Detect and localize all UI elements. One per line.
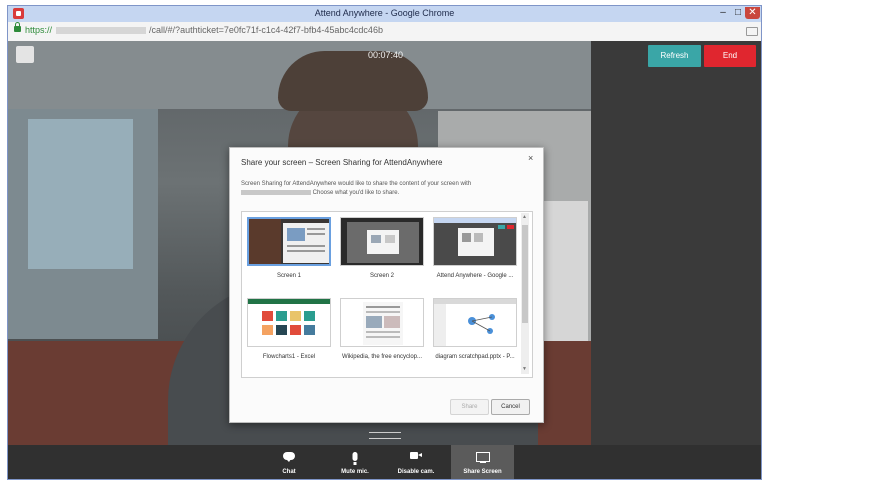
mute-mic-label: Mute mic. <box>341 469 369 475</box>
maximize-button[interactable]: □ <box>731 7 745 19</box>
redacted-host <box>241 189 311 195</box>
monitor-icon <box>475 452 490 463</box>
source-thumbnail <box>247 217 331 266</box>
disable-camera-label: Disable cam. <box>397 469 435 475</box>
chat-button[interactable]: Chat <box>271 445 307 479</box>
attend-anywhere-preview <box>434 218 516 265</box>
disable-camera-button[interactable]: Disable cam. <box>396 445 436 479</box>
screen-1-preview <box>249 219 329 264</box>
share-screen-label: Share Screen <box>463 469 502 475</box>
chat-label: Chat <box>282 469 296 475</box>
scroll-up-arrow-icon[interactable]: ▲ <box>522 214 527 220</box>
cancel-button[interactable]: Cancel <box>491 399 530 415</box>
dialog-close-button[interactable]: × <box>528 153 533 163</box>
refresh-button[interactable]: Refresh <box>648 45 701 67</box>
source-label: Screen 1 <box>276 273 301 279</box>
source-thumbnail <box>433 217 517 266</box>
microphone-icon <box>352 452 358 465</box>
wikipedia-preview <box>341 299 423 346</box>
call-toolbar <box>8 445 761 479</box>
self-view-thumbnail[interactable] <box>16 46 34 63</box>
dialog-description-text: Screen Sharing for AttendAnywhere would … <box>241 181 472 187</box>
camera-icon <box>410 452 422 459</box>
lock-icon <box>14 22 21 32</box>
call-content: 00:07:40 Refresh End Chat Mute mic. Disa… <box>8 41 761 479</box>
share-screen-button[interactable]: Share Screen <box>451 445 514 479</box>
end-call-button[interactable]: End <box>704 45 756 67</box>
source-label: Attend Anywhere - Google ... <box>436 273 514 279</box>
close-window-button[interactable]: ✕ <box>745 7 760 19</box>
powerpoint-preview <box>434 299 516 346</box>
scrollbar-thumb[interactable] <box>522 225 528 323</box>
url-scheme: https:// <box>25 25 53 35</box>
video-person-hair <box>278 51 428 111</box>
video-door <box>538 201 588 351</box>
url-text[interactable]: https:// /call/#/?authticket=7e0fc71f-c1… <box>25 25 383 35</box>
title-bar: Attend Anywhere - Google Chrome – □ ✕ <box>8 6 761 22</box>
address-bar[interactable]: https:// /call/#/?authticket=7e0fc71f-c1… <box>8 22 761 42</box>
chat-icon <box>283 452 295 462</box>
url-path: /call/#/?authticket=7e0fc71f-c1c4-42f7-b… <box>149 25 383 35</box>
side-panel <box>591 41 761 445</box>
source-grid-scrollbar[interactable]: ▲ ▼ <box>521 213 529 374</box>
page-icon[interactable] <box>746 27 758 36</box>
url-host-redacted <box>55 27 146 35</box>
source-thumbnail <box>247 298 331 347</box>
source-label: Wikipedia, the free encyclop... <box>341 354 423 360</box>
video-glass-partition <box>28 119 133 269</box>
source-thumbnail <box>340 217 424 266</box>
minimize-button[interactable]: – <box>716 7 730 19</box>
source-grid: Screen 1 Screen 2 Attend Anywhere - Goog… <box>241 211 533 378</box>
call-timer: 00:07:40 <box>368 50 404 60</box>
source-label: diagram scratchpad.pptx - P... <box>435 354 515 360</box>
window-title: Attend Anywhere - Google Chrome <box>314 8 455 18</box>
source-label: Flowcharts1 - Excel <box>262 354 316 360</box>
share-screen-dialog: Share your screen – Screen Sharing for A… <box>229 147 544 423</box>
excel-preview <box>248 299 330 346</box>
source-thumbnail <box>433 298 517 347</box>
dialog-title: Share your screen – Screen Sharing for A… <box>241 158 443 167</box>
source-thumbnail <box>340 298 424 347</box>
dialog-description: Screen Sharing for AttendAnywhere would … <box>241 180 521 198</box>
source-label: Screen 2 <box>369 273 394 279</box>
dialog-instruction: Choose what you'd like to share. <box>312 190 400 196</box>
share-button[interactable]: Share <box>450 399 489 415</box>
screen-2-preview <box>341 218 423 265</box>
toolbar-drag-handle[interactable] <box>369 432 401 439</box>
scroll-down-arrow-icon[interactable]: ▼ <box>522 366 527 372</box>
browser-window: Attend Anywhere - Google Chrome – □ ✕ ht… <box>7 5 762 480</box>
mute-mic-button[interactable]: Mute mic. <box>335 445 375 479</box>
